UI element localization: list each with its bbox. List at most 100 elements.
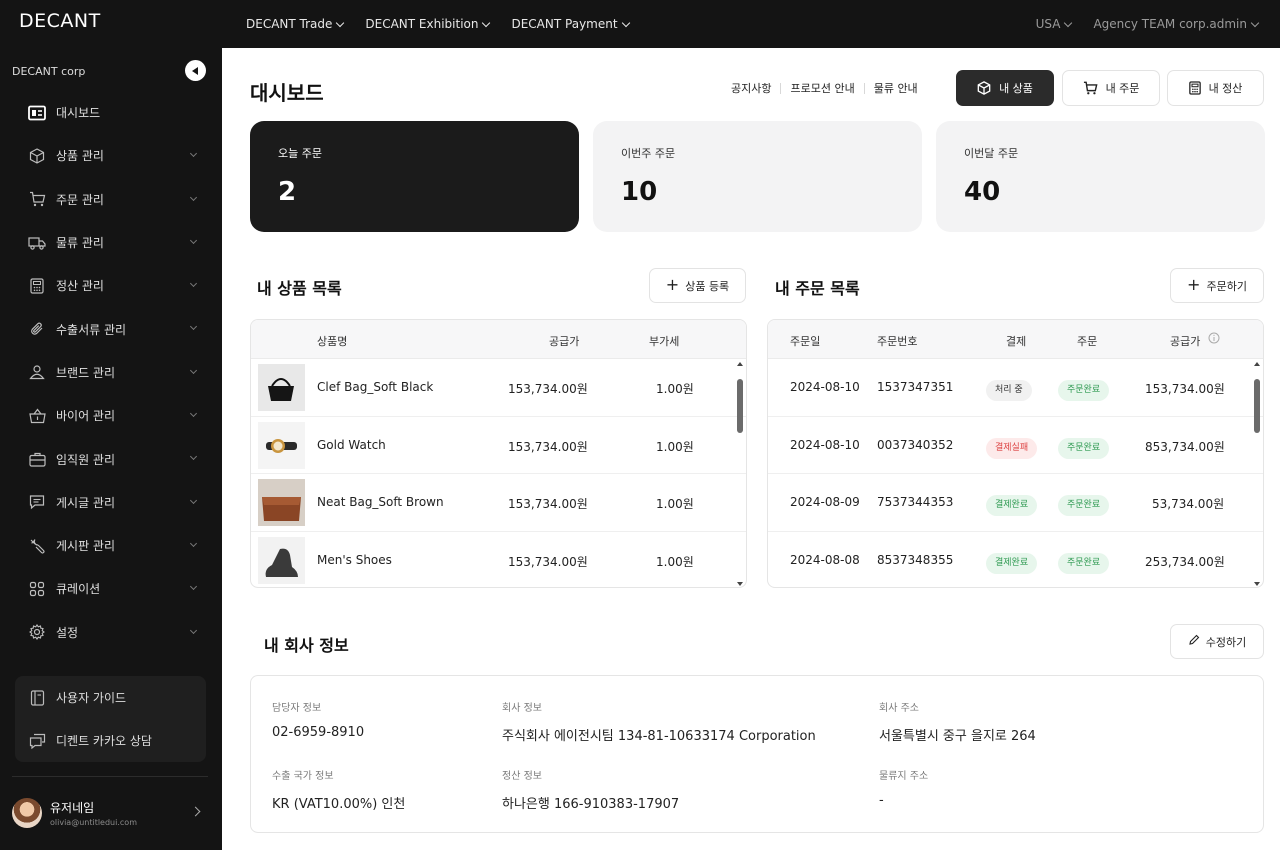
button-label: 내 정산	[1208, 82, 1243, 95]
user-profile[interactable]: 유저네임 olivia@untitledui.com	[12, 798, 201, 828]
product-thumbnail	[258, 479, 305, 526]
kakao-consult-link[interactable]: 디켄트 카카오 상담	[15, 719, 206, 762]
promotion-link[interactable]: 프로모션 안내	[790, 80, 854, 96]
edit-company-button[interactable]: 수정하기	[1170, 624, 1264, 659]
order-price: 853,734.00원	[1145, 439, 1225, 454]
sidebar-item-settings[interactable]: 설정	[0, 611, 222, 654]
table-row[interactable]: Clef Bag_Soft Black 153,734.00원 1.00원	[251, 359, 746, 417]
table-row[interactable]: 2024-08-10 0037340352 결제실패 주문완료 853,734.…	[768, 417, 1263, 474]
top-nav-trade[interactable]: DECANT Trade	[246, 17, 345, 31]
sidebar-item-label: 상품 관리	[56, 149, 104, 164]
product-thumbnail	[258, 364, 305, 411]
logistics-guide-link[interactable]: 물류 안내	[874, 80, 918, 96]
notice-link[interactable]: 공지사항	[731, 80, 771, 96]
sidebar-item-logistics[interactable]: 물류 관리	[0, 221, 222, 264]
my-settlement-button[interactable]: 내 정산	[1167, 70, 1264, 106]
top-nav: DECANT Trade DECANT Exhibition DECANT Pa…	[246, 0, 630, 48]
order-number: 7537344353	[877, 495, 954, 509]
user-guide-link[interactable]: 사용자 가이드	[15, 676, 206, 719]
cart-icon	[28, 190, 46, 208]
sidebar-item-label: 큐레이션	[56, 582, 101, 597]
logo[interactable]: DECANT	[19, 10, 101, 32]
table-row[interactable]: 2024-08-10 1537347351 처리 중 주문완료 153,734.…	[768, 359, 1263, 417]
sidebar-divider	[12, 776, 208, 777]
region-label: USA	[1035, 17, 1061, 31]
calculator-icon	[28, 277, 46, 295]
divider	[780, 82, 782, 94]
dashboard-icon	[28, 104, 46, 122]
divider	[863, 82, 865, 94]
user-name: 유저네임	[50, 801, 95, 815]
product-vat: 1.00원	[656, 382, 694, 396]
sidebar-item-posts[interactable]: 게시글 관리	[0, 481, 222, 524]
chevron-down-icon	[189, 366, 198, 374]
table-header: 주문일 주문번호 결제 주문 공급가	[768, 320, 1263, 359]
briefcase-icon	[28, 450, 46, 468]
order-number: 1537347351	[877, 380, 954, 394]
products-scrollbar[interactable]	[737, 362, 743, 586]
stat-card-today[interactable]: 오늘 주문 2	[250, 121, 579, 232]
info-icon[interactable]	[1208, 332, 1220, 347]
my-products-button[interactable]: 내 상품	[956, 70, 1054, 106]
top-nav-payment[interactable]: DECANT Payment	[511, 17, 630, 31]
field-value: 주식회사 에이전시팀 134-81-10633174 Corporation	[502, 729, 816, 744]
top-nav-exhibition[interactable]: DECANT Exhibition	[365, 17, 491, 31]
account-label: Agency TEAM corp.admin	[1093, 17, 1247, 31]
chevron-down-icon	[189, 280, 198, 288]
avatar	[12, 798, 42, 828]
calculator-icon	[1188, 81, 1201, 95]
scroll-thumb[interactable]	[737, 379, 743, 433]
sidebar-item-orders[interactable]: 주문 관리	[0, 178, 222, 221]
order-number: 8537348355	[877, 552, 954, 567]
stat-value: 10	[621, 177, 658, 207]
chevron-down-icon	[189, 496, 198, 504]
stat-card-week[interactable]: 이번주 주문 10	[593, 121, 922, 232]
sidebar-item-buyers[interactable]: 바이어 관리	[0, 394, 222, 437]
product-name: Clef Bag_Soft Black	[317, 380, 434, 394]
stat-card-month[interactable]: 이번달 주문 40	[936, 121, 1265, 232]
product-name: Gold Watch	[317, 437, 386, 452]
region-select[interactable]: USA	[1035, 17, 1073, 31]
order-price: 53,734.00원	[1152, 497, 1225, 511]
chevron-down-icon	[1250, 18, 1260, 27]
sidebar-item-boards[interactable]: 게시판 관리	[0, 524, 222, 567]
account-menu[interactable]: Agency TEAM corp.admin	[1093, 17, 1260, 31]
scroll-thumb[interactable]	[1254, 379, 1260, 433]
order-date: 2024-08-10	[790, 437, 860, 452]
add-product-button[interactable]: + 상품 등록	[649, 268, 746, 303]
field-value: 02-6959-8910	[272, 725, 365, 740]
column-header: 부가세	[649, 335, 680, 348]
sidebar-item-export-docs[interactable]: 수출서류 관리	[0, 307, 222, 350]
table-header: 상품명 공급가 부가세	[251, 320, 746, 359]
sidebar-item-label: 바이어 관리	[56, 409, 116, 424]
sidebar-item-staff[interactable]: 임직원 관리	[0, 437, 222, 480]
chevron-down-icon	[189, 539, 198, 548]
my-orders-button[interactable]: 내 주문	[1062, 70, 1160, 106]
orders-scrollbar[interactable]	[1254, 362, 1260, 586]
cube-icon	[28, 147, 46, 165]
top-bar: DECANT DECANT Trade DECANT Exhibition DE…	[0, 0, 1280, 48]
table-row[interactable]: Neat Bag_Soft Brown 153,734.00원 1.00원	[251, 474, 746, 532]
chevron-down-icon	[189, 323, 198, 331]
table-row[interactable]: Gold Watch 153,734.00원 1.00원	[251, 417, 746, 474]
sidebar-item-brands[interactable]: 브랜드 관리	[0, 351, 222, 394]
table-row[interactable]: 2024-08-08 8537348355 결제완료 주문완료 253,734.…	[768, 532, 1263, 588]
sidebar-item-curation[interactable]: 큐레이션	[0, 567, 222, 610]
place-order-button[interactable]: + 주문하기	[1170, 268, 1264, 303]
sidebar-item-dashboard[interactable]: 대시보드	[0, 91, 222, 134]
table-row[interactable]: Men's Shoes 153,734.00원 1.00원	[251, 532, 746, 588]
sidebar-item-settlement[interactable]: 정산 관리	[0, 264, 222, 307]
order-price: 253,734.00원	[1145, 554, 1225, 569]
stat-label: 이번달 주문	[964, 147, 1019, 160]
order-status-badge: 주문완료	[1058, 552, 1110, 574]
sidebar-menu: 대시보드 상품 관리 주문 관리 물류 관리 정산 관리 수출서류 관리 브랜드…	[0, 91, 222, 654]
sidebar-item-products[interactable]: 상품 관리	[0, 134, 222, 177]
table-row[interactable]: 2024-08-09 7537344353 결제완료 주문완료 53,734.0…	[768, 474, 1263, 532]
collapse-sidebar-button[interactable]	[185, 60, 206, 81]
column-header: 공급가	[1170, 335, 1201, 348]
field-label: 회사 주소	[879, 703, 919, 714]
payment-status-badge: 결제완료	[986, 495, 1038, 516]
field-label: 물류지 주소	[879, 771, 929, 782]
order-date: 2024-08-08	[790, 552, 860, 567]
gear-icon	[28, 623, 46, 641]
